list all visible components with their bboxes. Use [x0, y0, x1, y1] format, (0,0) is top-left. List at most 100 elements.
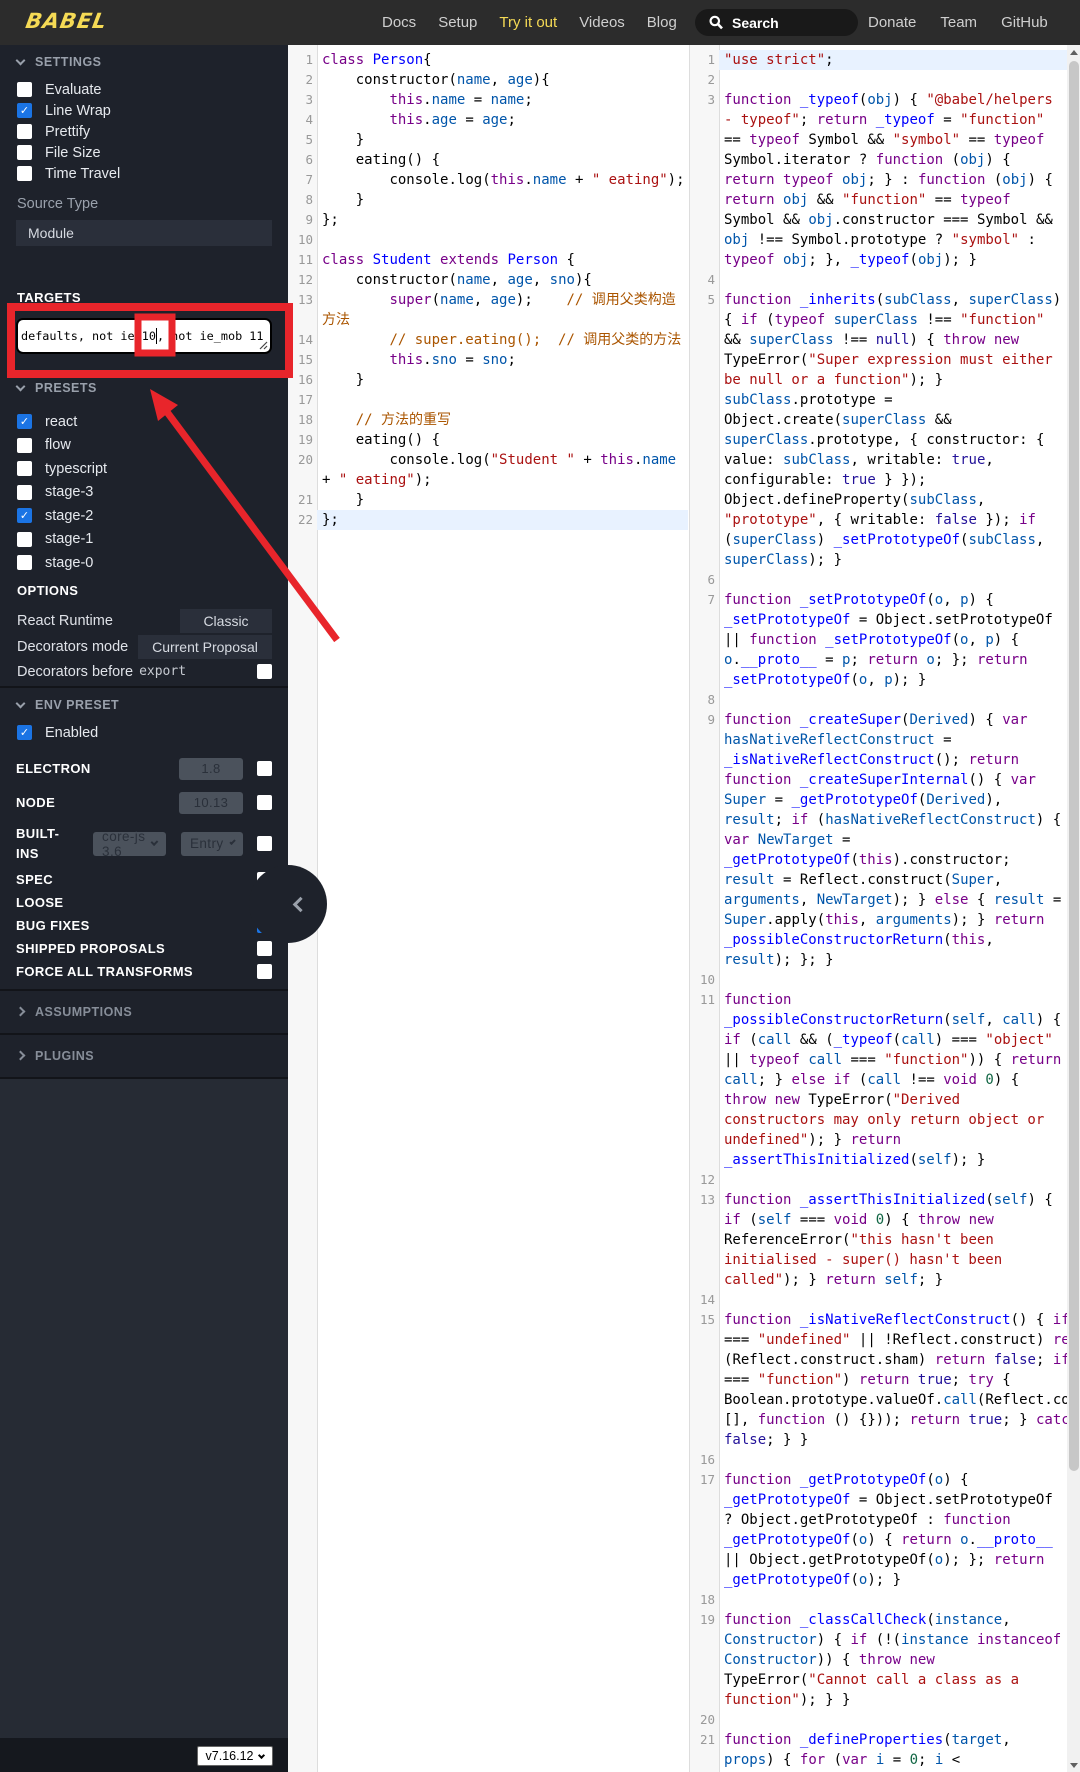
- code-line-text[interactable]: eating() {: [317, 150, 688, 170]
- setting-row-time-travel[interactable]: Time Travel: [0, 163, 288, 184]
- code-line-text[interactable]: eating() {: [317, 430, 688, 450]
- env-checkbox-built-ins[interactable]: [257, 836, 272, 851]
- nav-link-docs[interactable]: Docs: [382, 14, 416, 31]
- preset-row-stage-0[interactable]: stage-0: [0, 551, 288, 575]
- preset-checkbox-stage-0[interactable]: [17, 555, 32, 570]
- nav-link-setup[interactable]: Setup: [438, 14, 477, 31]
- code-line-text[interactable]: [719, 270, 1067, 290]
- env-input-node[interactable]: 10.13: [179, 792, 243, 814]
- code-line-text[interactable]: }: [317, 190, 688, 210]
- code-line-text[interactable]: function _possibleConstructorReturn(self…: [719, 990, 1067, 1170]
- env-select-entry[interactable]: Entry: [181, 832, 243, 856]
- code-line-text[interactable]: [719, 970, 1067, 990]
- setting-checkbox-time-travel[interactable]: [17, 166, 32, 181]
- code-line-text[interactable]: [719, 1450, 1067, 1470]
- preset-row-react[interactable]: ✓react: [0, 410, 288, 434]
- preset-row-typescript[interactable]: typescript: [0, 457, 288, 481]
- scrollbar-down-button[interactable]: [1067, 1758, 1080, 1772]
- preset-checkbox-stage-2[interactable]: ✓: [17, 508, 32, 523]
- env-enabled-row[interactable]: ✓ Enabled: [0, 722, 288, 744]
- code-line-text[interactable]: super(name, age); // 调用父类构造方法: [317, 290, 688, 330]
- code-line-text[interactable]: [719, 1710, 1067, 1730]
- preset-row-flow[interactable]: flow: [0, 434, 288, 458]
- preset-checkbox-react[interactable]: ✓: [17, 414, 32, 429]
- setting-checkbox-line-wrap[interactable]: ✓: [17, 103, 32, 118]
- scrollbar-thumb[interactable]: [1069, 61, 1079, 1471]
- code-line-text[interactable]: console.log("Student " + this.name + " e…: [317, 450, 688, 490]
- setting-row-file-size[interactable]: File Size: [0, 142, 288, 163]
- setting-checkbox-evaluate[interactable]: [17, 82, 32, 97]
- code-line-text[interactable]: function _classCallCheck(instance, Const…: [719, 1610, 1067, 1710]
- preset-row-stage-3[interactable]: stage-3: [0, 481, 288, 505]
- setting-row-evaluate[interactable]: Evaluate: [0, 79, 288, 100]
- code-line-text[interactable]: this.age = age;: [317, 110, 688, 130]
- nav-link-blog[interactable]: Blog: [647, 14, 677, 31]
- nav-link-try-it-out[interactable]: Try it out: [499, 14, 557, 31]
- code-line-text[interactable]: function _setPrototypeOf(o, p) { _setPro…: [719, 590, 1067, 690]
- preset-checkbox-flow[interactable]: [17, 438, 32, 453]
- env-input-electron[interactable]: 1.8: [179, 758, 243, 780]
- sidebar-collapse-button[interactable]: [249, 865, 327, 943]
- decorators-mode-select[interactable]: Current Proposal: [138, 635, 272, 659]
- presets-section-header[interactable]: PRESETS: [0, 378, 288, 398]
- nav-link-videos[interactable]: Videos: [579, 14, 625, 31]
- setting-checkbox-file-size[interactable]: [17, 145, 32, 160]
- env-checkbox-force-all-transforms[interactable]: [257, 964, 272, 979]
- env-select-core-js-3-6[interactable]: core-js 3.6: [93, 832, 166, 856]
- output-vertical-scrollbar[interactable]: [1067, 45, 1080, 1772]
- settings-section-header[interactable]: SETTINGS: [0, 45, 288, 79]
- code-line-text[interactable]: [719, 1170, 1067, 1190]
- env-checkbox-shipped-proposals[interactable]: [257, 941, 272, 956]
- nav-link-github[interactable]: GitHub: [1001, 14, 1048, 31]
- babel-logo[interactable]: BABEL: [24, 9, 109, 33]
- code-line-text[interactable]: function _inherits(subClass, superClass)…: [719, 290, 1067, 570]
- code-line-text[interactable]: [719, 570, 1067, 590]
- env-preset-section-header[interactable]: ENV PRESET: [0, 690, 288, 720]
- env-checkbox-electron[interactable]: [257, 761, 272, 776]
- assumptions-section-header[interactable]: ASSUMPTIONS: [0, 991, 288, 1033]
- code-line-text[interactable]: [317, 230, 688, 250]
- code-line-text[interactable]: function _createSuper(Derived) { var has…: [719, 710, 1067, 970]
- scrollbar-up-button[interactable]: [1067, 45, 1080, 59]
- compiled-output-pane[interactable]: 1"use strict";23function _typeof(obj) { …: [689, 45, 1067, 1772]
- code-line-text[interactable]: console.log(this.name + " eating");: [317, 170, 688, 190]
- env-checkbox-node[interactable]: [257, 795, 272, 810]
- code-line-text[interactable]: [317, 390, 688, 410]
- code-line-text[interactable]: function _assertThisInitialized(self) { …: [719, 1190, 1067, 1290]
- preset-checkbox-stage-1[interactable]: [17, 532, 32, 547]
- nav-link-donate[interactable]: Donate: [868, 14, 916, 31]
- code-line-text[interactable]: class Student extends Person {: [317, 250, 688, 270]
- code-line-text[interactable]: }: [317, 130, 688, 150]
- code-line-text[interactable]: [719, 1590, 1067, 1610]
- code-line-text[interactable]: }: [317, 490, 688, 510]
- decorators-before-export-checkbox[interactable]: [257, 664, 272, 679]
- code-line-text[interactable]: [719, 1290, 1067, 1310]
- code-line-text[interactable]: this.sno = sno;: [317, 350, 688, 370]
- code-line-text[interactable]: "use strict";: [719, 50, 1067, 70]
- setting-row-line-wrap[interactable]: ✓Line Wrap: [0, 100, 288, 121]
- nav-link-team[interactable]: Team: [940, 14, 977, 31]
- resize-handle-icon[interactable]: [258, 340, 268, 350]
- preset-checkbox-typescript[interactable]: [17, 461, 32, 476]
- preset-checkbox-stage-3[interactable]: [17, 485, 32, 500]
- code-line-text[interactable]: constructor(name, age, sno){: [317, 270, 688, 290]
- code-line-text[interactable]: function _getPrototypeOf(o) { _getProtot…: [719, 1470, 1067, 1590]
- code-line-text[interactable]: this.name = name;: [317, 90, 688, 110]
- setting-row-prettify[interactable]: Prettify: [0, 121, 288, 142]
- react-runtime-select[interactable]: Classic: [180, 609, 272, 633]
- targets-input[interactable]: defaults, not ie 10 , not ie_mob 11: [16, 318, 272, 354]
- env-enabled-checkbox[interactable]: ✓: [17, 725, 32, 740]
- code-line-text[interactable]: function _typeof(obj) { "@babel/helpers …: [719, 90, 1067, 270]
- code-line-text[interactable]: class Person{: [317, 50, 688, 70]
- source-type-select[interactable]: Module: [16, 220, 272, 246]
- code-line-text[interactable]: }: [317, 370, 688, 390]
- code-line-text[interactable]: // 方法的重写: [317, 410, 688, 430]
- babel-version-select[interactable]: v7.16.12: [197, 1746, 273, 1766]
- source-editor-pane[interactable]: 1class Person{2 constructor(name, age){3…: [288, 45, 688, 1772]
- preset-row-stage-1[interactable]: stage-1: [0, 528, 288, 552]
- code-line-text[interactable]: };: [317, 210, 688, 230]
- search-input[interactable]: Search: [695, 9, 858, 36]
- setting-checkbox-prettify[interactable]: [17, 124, 32, 139]
- code-line-text[interactable]: [719, 70, 1067, 90]
- preset-row-stage-2[interactable]: ✓stage-2: [0, 504, 288, 528]
